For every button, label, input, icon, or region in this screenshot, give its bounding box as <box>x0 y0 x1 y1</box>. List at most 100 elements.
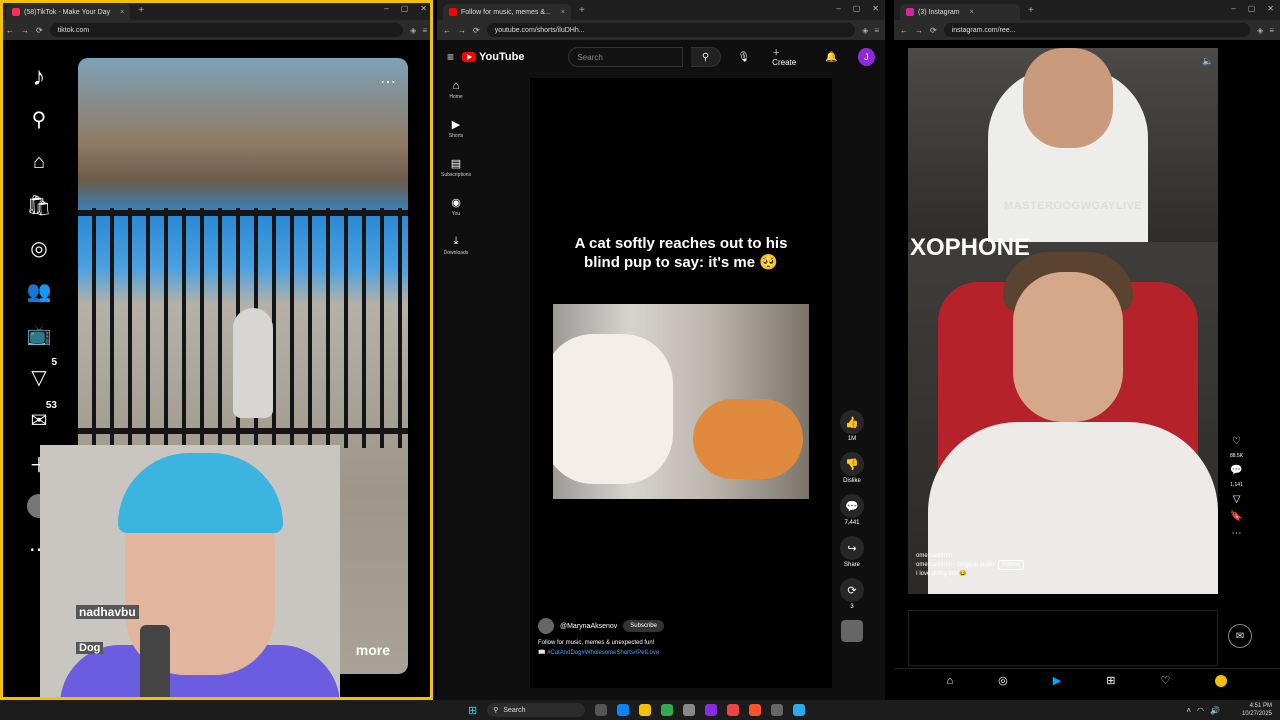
menu-icon[interactable]: ≡ <box>422 26 427 35</box>
menu-icon[interactable]: ≡ <box>1269 26 1274 35</box>
new-tab-icon[interactable]: + <box>1028 5 1034 16</box>
sidebar-item-downloads[interactable]: ⤓ Downloads <box>444 235 469 256</box>
explore-icon[interactable]: ◎ <box>19 228 59 268</box>
extension-icon[interactable]: ◈ <box>410 26 416 35</box>
back-icon[interactable]: ← <box>443 26 451 35</box>
close-window-icon[interactable]: ✕ <box>1267 4 1274 13</box>
send-icon[interactable]: ▽ <box>1233 494 1241 505</box>
forward-icon[interactable]: → <box>458 26 466 35</box>
channel-avatar[interactable] <box>538 618 554 634</box>
search-button[interactable]: ⚲ <box>690 47 722 67</box>
create-button[interactable]: ＋ Create <box>772 47 805 67</box>
shop-icon[interactable]: 🛍 <box>19 185 59 225</box>
profile-avatar[interactable] <box>1215 674 1228 687</box>
minimize-icon[interactable]: – <box>836 4 840 13</box>
hashtags[interactable]: 📖 #CatAndDog#WholesomeShorts#PetLove <box>538 648 659 658</box>
reload-icon[interactable]: ⟳ <box>36 26 43 35</box>
volume-icon[interactable]: 🔊 <box>1210 706 1220 715</box>
live-icon[interactable]: 📺 <box>19 314 59 354</box>
home-icon[interactable]: ⌂ <box>947 675 954 687</box>
close-tab-icon[interactable]: × <box>970 9 974 16</box>
forward-icon[interactable]: → <box>915 26 923 35</box>
close-tab-icon[interactable]: × <box>561 9 565 16</box>
reel-bottom-video[interactable] <box>908 242 1218 594</box>
explore-icon[interactable]: ◎ <box>998 674 1008 687</box>
maximize-icon[interactable]: ▢ <box>401 4 409 13</box>
new-tab-icon[interactable]: + <box>138 5 144 16</box>
reels-icon[interactable]: ▶ <box>1053 674 1061 687</box>
mute-icon[interactable]: 🔈 <box>1202 56 1213 67</box>
telegram-icon[interactable] <box>793 704 806 716</box>
chrome-icon[interactable] <box>661 704 674 716</box>
tab-youtube[interactable]: Follow for music, memes &... × <box>443 4 571 20</box>
back-icon[interactable]: ← <box>6 26 14 35</box>
sidebar-item-home[interactable]: ⌂ Home <box>449 80 462 100</box>
sidebar-item-you[interactable]: ◉ You <box>451 196 461 217</box>
messages-icon[interactable]: ✉ <box>1228 624 1252 648</box>
sidebar-item-subscriptions[interactable]: ▤ Subscriptions <box>441 157 471 178</box>
options-icon[interactable]: ⋯ <box>380 72 396 92</box>
activity-icon[interactable]: ♡ <box>1161 674 1171 687</box>
share-button[interactable]: ↪ Share <box>840 536 864 568</box>
reel-username[interactable]: omersastimm <box>916 553 952 559</box>
reel-top-video[interactable]: MASTEROOGWGAYLIVE <box>908 48 1218 242</box>
extension-icon[interactable]: ◈ <box>862 26 868 35</box>
close-window-icon[interactable]: ✕ <box>872 4 879 13</box>
comments-button[interactable]: 💬 7,441 <box>840 494 864 526</box>
short-player[interactable]: A cat softly reaches out to his blind pu… <box>530 78 832 688</box>
file-explorer-icon[interactable] <box>639 704 652 716</box>
menu-icon[interactable]: ≡ <box>874 26 879 35</box>
maximize-icon[interactable]: ▢ <box>1248 4 1256 13</box>
url-field[interactable]: tiktok.com <box>49 23 404 37</box>
tab-tiktok[interactable]: (58)TikTok - Make Your Day × <box>6 4 131 20</box>
more-link[interactable]: more <box>356 642 390 658</box>
hamburger-menu-icon[interactable]: ≡ <box>447 50 454 64</box>
maximize-icon[interactable]: ▢ <box>853 4 861 13</box>
tab-instagram[interactable]: (3) Instagram × <box>900 4 1020 20</box>
url-field[interactable]: youtube.com/shorts/iluDHh... <box>486 23 856 37</box>
search-icon[interactable]: ⚲ <box>19 99 59 139</box>
remix-button[interactable]: ⟳ 3 <box>840 578 864 610</box>
next-reel-preview[interactable] <box>908 610 1218 666</box>
windows-start-icon[interactable]: ⊞ <box>468 704 477 717</box>
task-view-icon[interactable] <box>595 704 608 716</box>
app-icon[interactable] <box>705 704 718 716</box>
chevron-up-icon[interactable]: ˄ <box>1186 706 1191 715</box>
search-input[interactable]: Search <box>568 47 683 67</box>
reload-icon[interactable]: ⟳ <box>473 26 480 35</box>
home-icon[interactable]: ⌂ <box>19 142 59 182</box>
close-tab-icon[interactable]: × <box>120 9 124 16</box>
channel-name[interactable]: @MarynaAksenov <box>560 623 617 630</box>
notifications-icon[interactable]: 🔔 <box>825 52 837 63</box>
recording-icon[interactable] <box>727 704 740 716</box>
activity-icon[interactable]: ▽ 5 <box>19 357 59 397</box>
taskbar-search[interactable]: ⚲ Search <box>487 703 586 717</box>
forward-icon[interactable]: → <box>21 26 29 35</box>
subscribe-button[interactable]: Subscribe <box>623 620 664 632</box>
reload-icon[interactable]: ⟳ <box>930 26 937 35</box>
messages-icon[interactable]: ✉ 53 <box>19 400 59 440</box>
like-button[interactable]: 👍 1M <box>840 410 864 442</box>
comment-icon[interactable]: 💬 <box>1230 465 1242 476</box>
following-icon[interactable]: 👥 <box>19 271 59 311</box>
dislike-button[interactable]: 👎 Dislike <box>840 452 864 484</box>
heart-icon[interactable]: ♡ <box>1232 436 1241 447</box>
create-icon[interactable]: ⊞ <box>1106 674 1115 687</box>
minimize-icon[interactable]: – <box>384 4 388 13</box>
bookmark-icon[interactable]: 🔖 <box>1230 511 1242 522</box>
edge-icon[interactable] <box>617 704 630 716</box>
clock[interactable]: 4:51 PM 10/27/2025 <box>1242 702 1272 718</box>
tiktok-logo-icon[interactable]: ♪ <box>19 56 59 96</box>
audio-thumbnail[interactable] <box>841 620 863 642</box>
url-field[interactable]: instagram.com/ree... <box>943 23 1251 37</box>
extension-icon[interactable]: ◈ <box>1257 26 1263 35</box>
new-tab-icon[interactable]: + <box>579 5 585 16</box>
brave-icon[interactable] <box>749 704 762 716</box>
store-icon[interactable] <box>683 704 696 716</box>
sidebar-item-shorts[interactable]: ▶ Shorts <box>449 118 463 139</box>
minimize-icon[interactable]: – <box>1231 4 1235 13</box>
youtube-logo[interactable]: YouTube <box>462 51 524 63</box>
back-icon[interactable]: ← <box>900 26 908 35</box>
more-options-icon[interactable]: ⋯ <box>1232 528 1242 539</box>
network-icon[interactable]: ◠ <box>1197 706 1204 715</box>
